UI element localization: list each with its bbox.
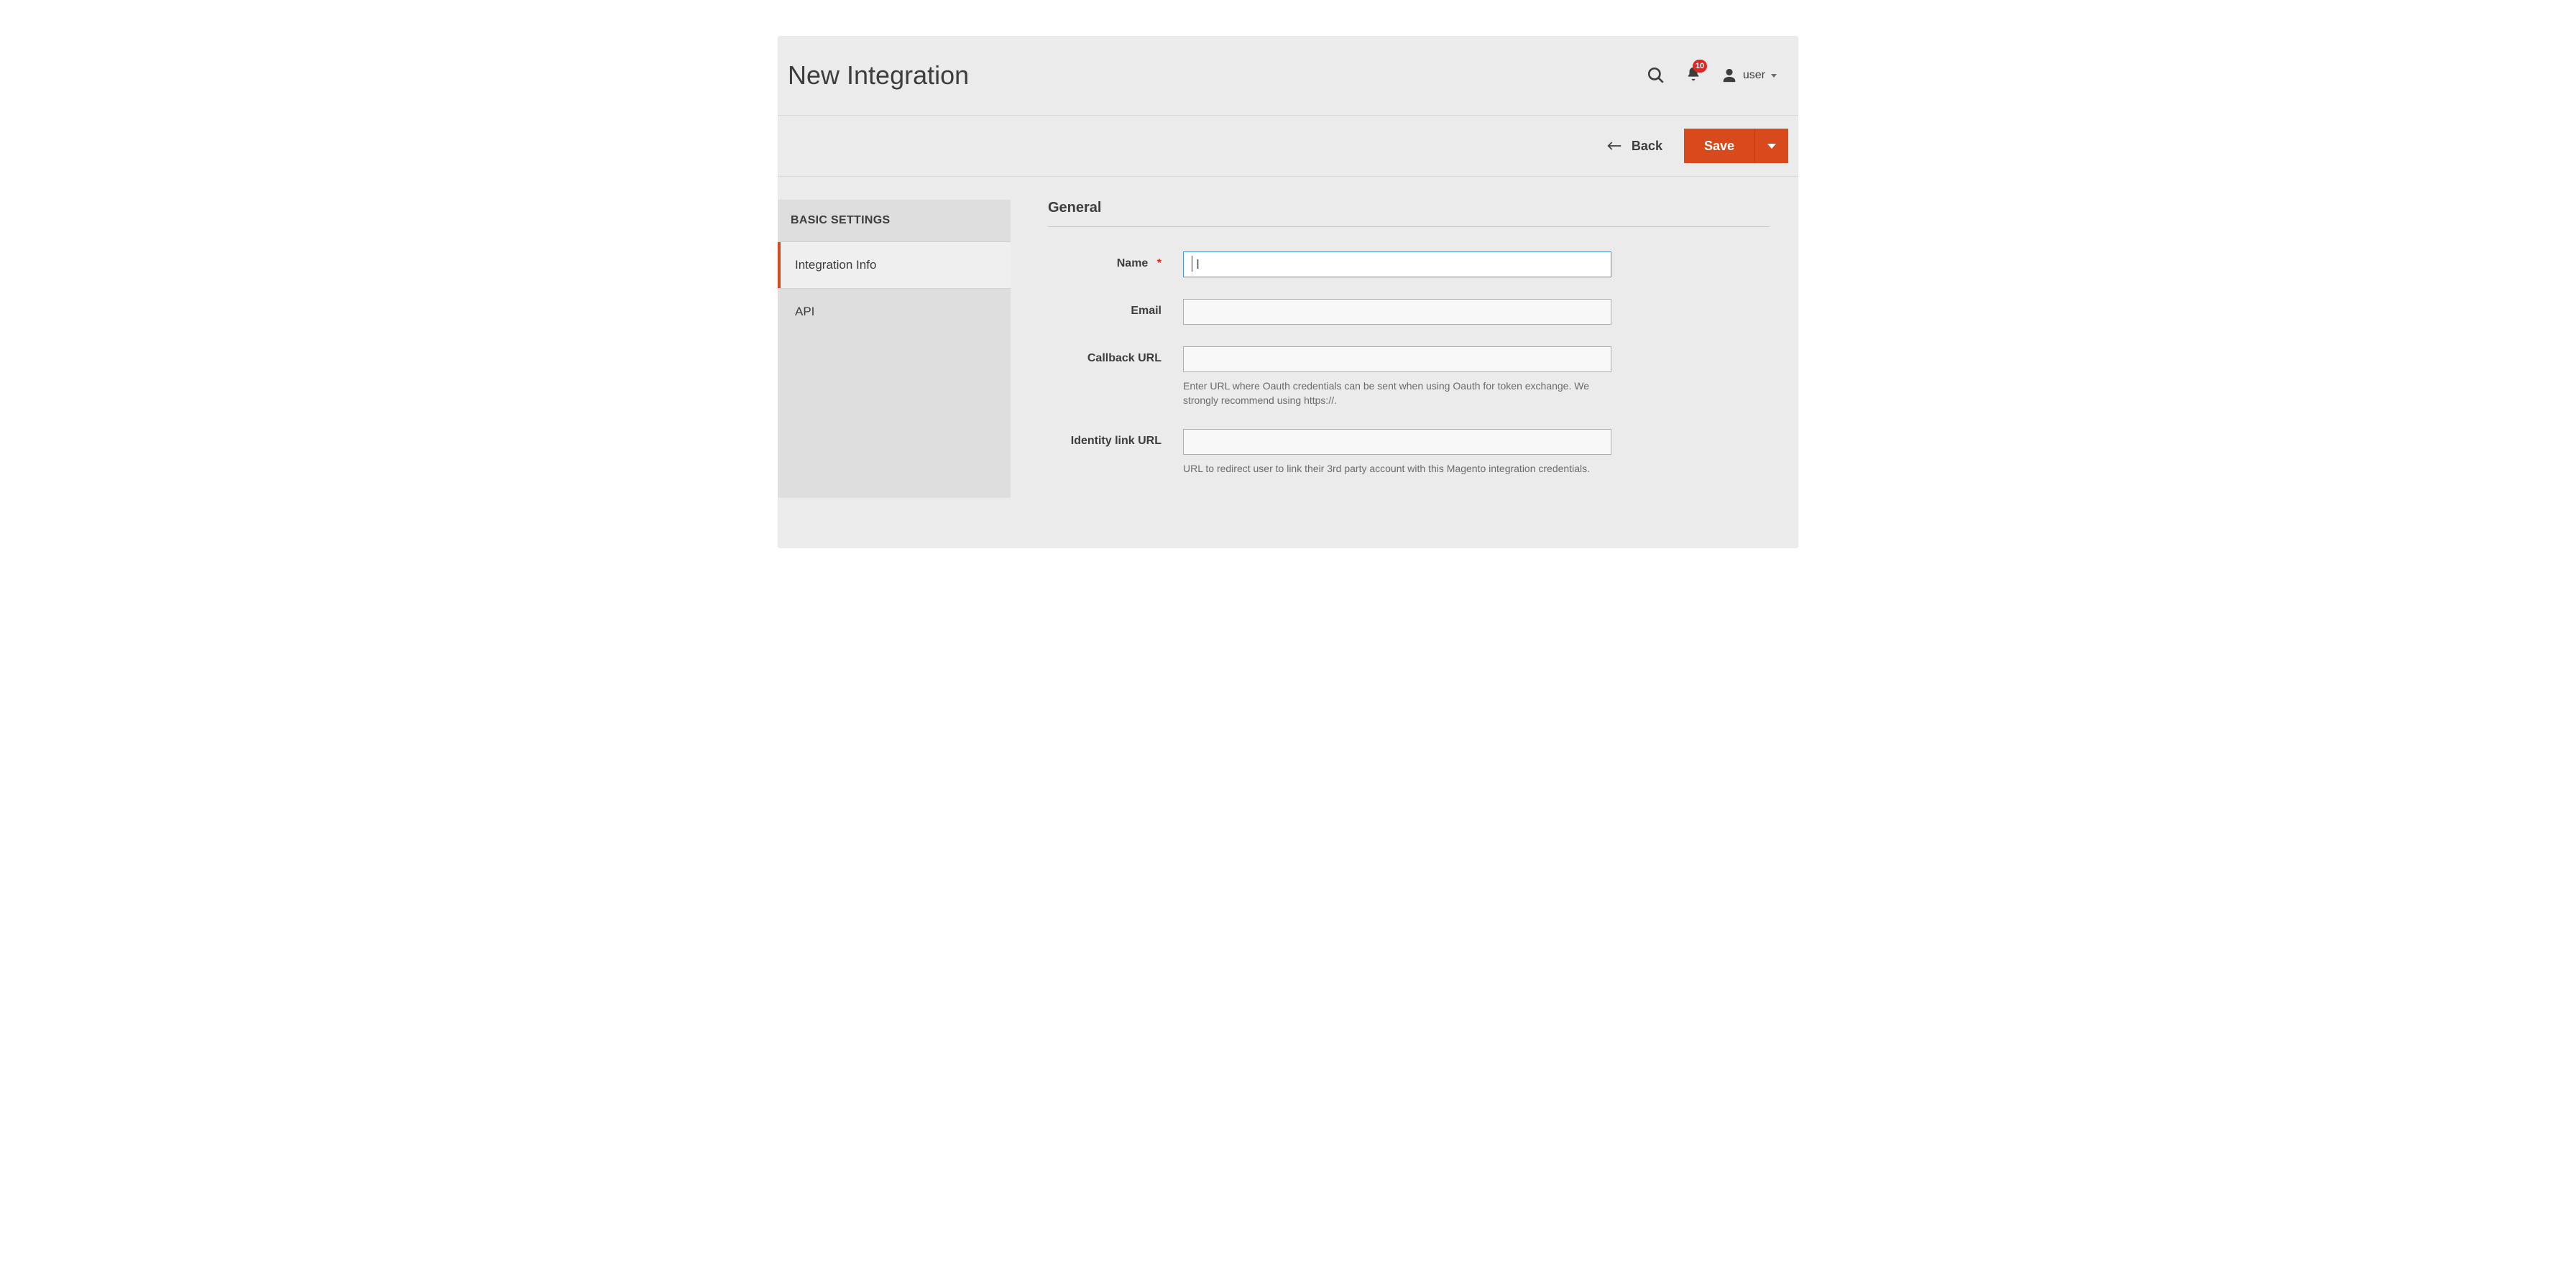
name-input[interactable] xyxy=(1183,251,1611,277)
sidebar-heading: BASIC SETTINGS xyxy=(778,200,1011,242)
save-button-group: Save xyxy=(1684,129,1788,163)
back-label: Back xyxy=(1632,139,1662,154)
field-label-email: Email xyxy=(1048,299,1183,318)
field-label-identity-url: Identity link URL xyxy=(1048,429,1183,448)
page-wrapper: New Integration 10 user xyxy=(778,36,1798,548)
action-bar: Back Save xyxy=(778,116,1798,177)
save-dropdown-toggle[interactable] xyxy=(1755,129,1788,163)
search-icon[interactable] xyxy=(1647,66,1665,85)
sidebar-item-api[interactable]: API xyxy=(778,288,1011,335)
content-area: BASIC SETTINGS Integration Info API Gene… xyxy=(778,177,1798,548)
sidebar-item-label: Integration Info xyxy=(795,258,876,272)
section-title: General xyxy=(1048,200,1770,227)
top-header: New Integration 10 user xyxy=(778,36,1798,116)
email-input[interactable] xyxy=(1183,299,1611,325)
field-identity-url: Identity link URL URL to redirect user t… xyxy=(1048,429,1770,476)
callback-url-hint: Enter URL where Oauth credentials can be… xyxy=(1183,379,1611,407)
user-label: user xyxy=(1743,69,1765,82)
user-icon xyxy=(1721,68,1737,83)
callback-url-input[interactable] xyxy=(1183,346,1611,372)
field-callback-url: Callback URL Enter URL where Oauth crede… xyxy=(1048,346,1770,407)
arrow-left-icon xyxy=(1607,141,1622,151)
caret-down-icon xyxy=(1767,144,1776,149)
notification-count-badge: 10 xyxy=(1693,60,1707,73)
field-email: Email xyxy=(1048,299,1770,325)
back-button[interactable]: Back xyxy=(1607,139,1662,154)
field-name: Name * I xyxy=(1048,251,1770,277)
sidebar-item-integration-info[interactable]: Integration Info xyxy=(778,242,1011,288)
required-asterisk: * xyxy=(1157,257,1162,269)
form-main: General Name * I Email xyxy=(1048,200,1784,498)
page-title: New Integration xyxy=(788,60,969,91)
field-label-name: Name * xyxy=(1048,251,1183,270)
user-menu[interactable]: user xyxy=(1721,68,1777,83)
notifications-button[interactable]: 10 xyxy=(1685,65,1701,86)
field-body-name: I xyxy=(1183,251,1611,277)
top-actions: 10 user xyxy=(1647,65,1777,86)
caret-down-icon xyxy=(1771,74,1777,78)
settings-sidebar: BASIC SETTINGS Integration Info API xyxy=(778,200,1011,498)
identity-url-input[interactable] xyxy=(1183,429,1611,455)
field-label-callback-url: Callback URL xyxy=(1048,346,1183,365)
identity-url-hint: URL to redirect user to link their 3rd p… xyxy=(1183,462,1611,476)
save-button[interactable]: Save xyxy=(1684,129,1755,163)
sidebar-item-label: API xyxy=(795,305,814,318)
